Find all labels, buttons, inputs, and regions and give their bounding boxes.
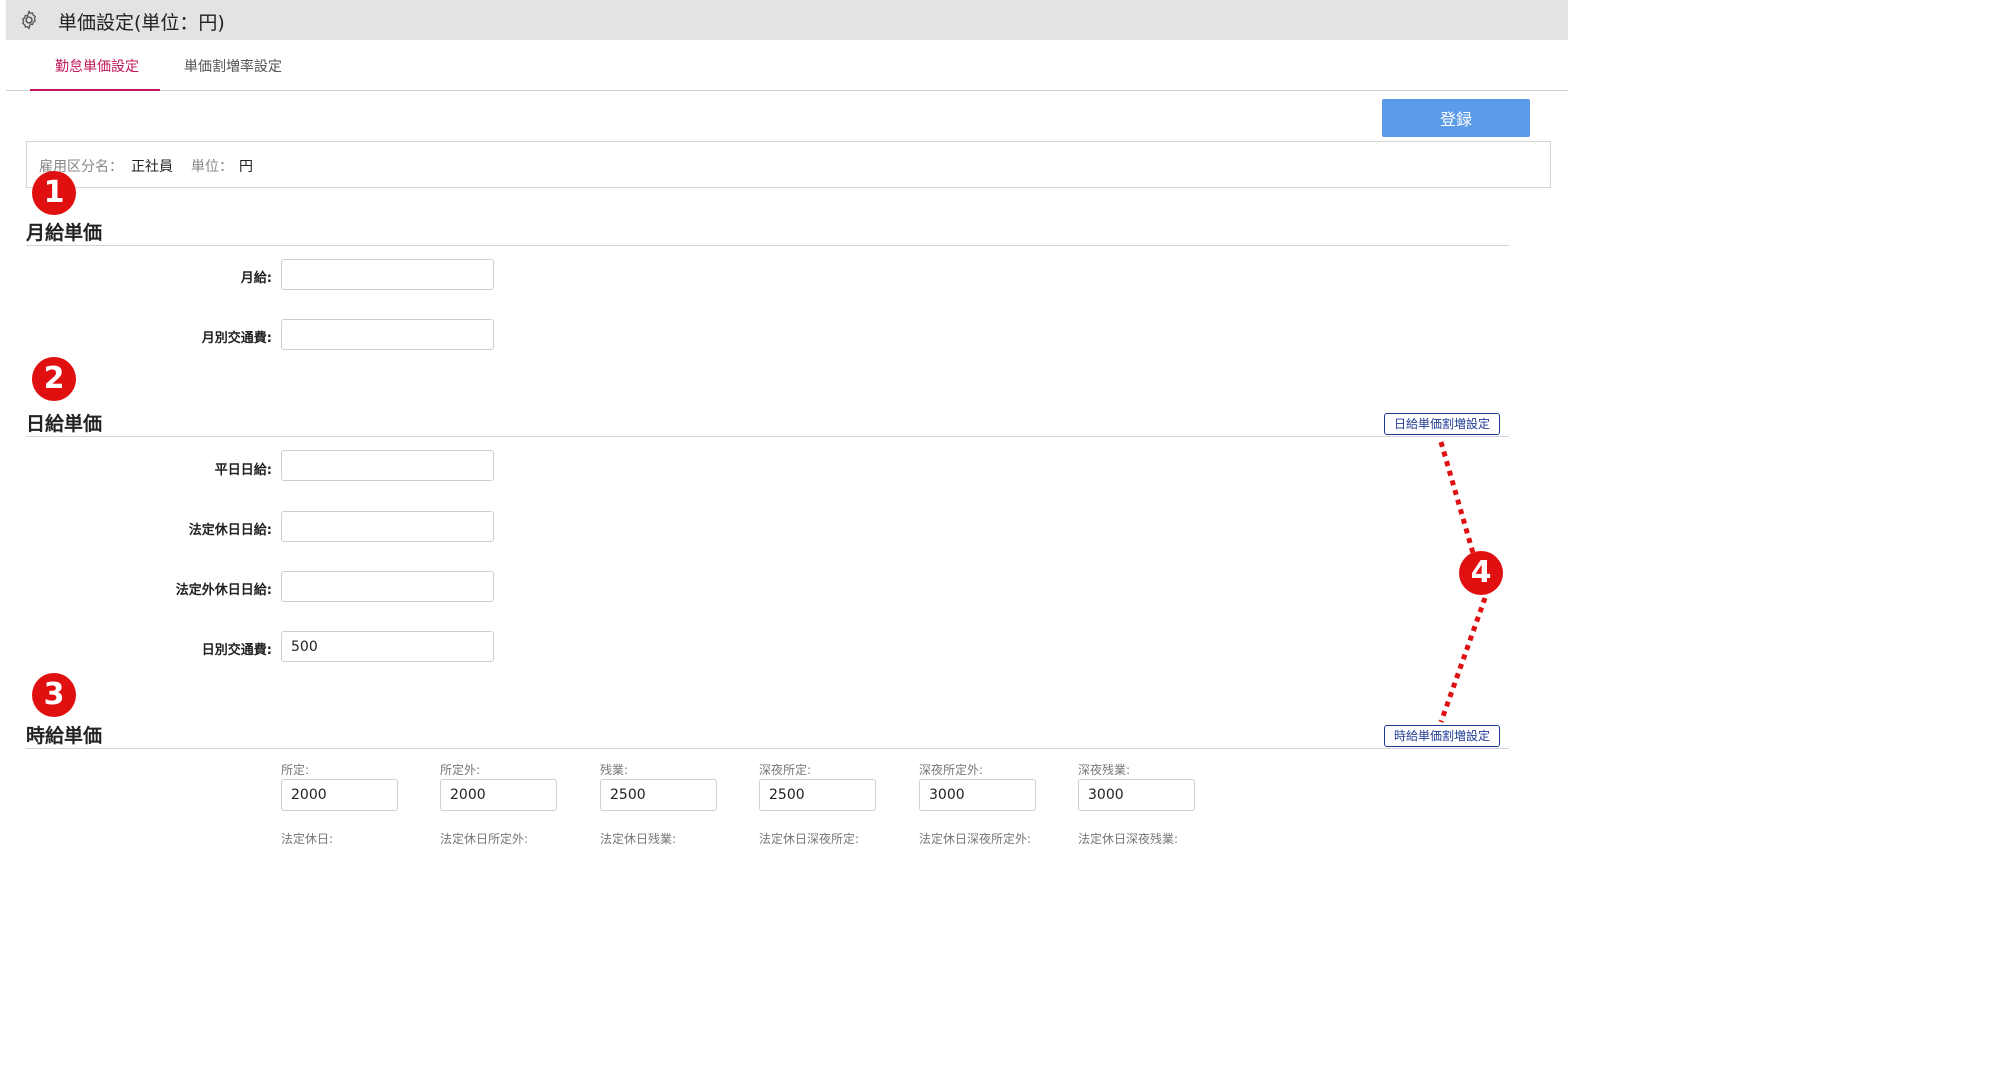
hourly-legal-holiday-night-non-regular-label: 法定休日深夜所定外: — [919, 832, 1032, 846]
hourly-legal-holiday-non-regular-label: 法定休日所定外: — [440, 832, 529, 846]
marker-2: 2 — [32, 357, 76, 401]
premium-buttons-connector — [1438, 441, 1488, 723]
hourly-regular-label: 所定: — [281, 763, 310, 777]
hourly-regular-input[interactable] — [281, 779, 398, 811]
hourly-section-title: 時給単価 — [26, 725, 103, 747]
hourly-premium-settings-button[interactable]: 時給単価割増設定 — [1384, 725, 1500, 747]
legal-holiday-daily-input[interactable] — [281, 511, 494, 542]
page-title: 単価設定(単位：円) — [58, 12, 225, 34]
hourly-legal-holiday-label: 法定休日: — [281, 832, 334, 846]
unit-label: 単位： — [191, 159, 233, 175]
non-legal-holiday-daily-label: 法定外休日日給: — [175, 583, 272, 598]
hourly-night-regular-input[interactable] — [759, 779, 876, 811]
weekday-daily-input[interactable] — [281, 450, 494, 481]
employment-info-box: 雇用区分名： 正社員 単位： 円 — [26, 141, 1551, 188]
daily-transport-input[interactable] — [281, 631, 494, 662]
employment-type-value: 正社員 — [131, 159, 173, 175]
monthly-transport-label: 月別交通費: — [201, 331, 272, 346]
hourly-non-regular-label: 所定外: — [440, 763, 481, 777]
daily-transport-label: 日別交通費: — [201, 643, 272, 658]
non-legal-holiday-daily-input[interactable] — [281, 571, 494, 602]
marker-4: 4 — [1459, 551, 1503, 595]
register-button[interactable]: 登録 — [1382, 99, 1530, 137]
active-tab-indicator — [30, 89, 160, 91]
hourly-overtime-input[interactable] — [600, 779, 717, 811]
monthly-section-divider — [26, 245, 1509, 246]
gear-icon — [22, 10, 36, 30]
hourly-non-regular-input[interactable] — [440, 779, 557, 811]
unit-value: 円 — [239, 159, 253, 175]
daily-premium-settings-button[interactable]: 日給単価割増設定 — [1384, 413, 1500, 435]
marker-3: 3 — [32, 673, 76, 717]
hourly-overtime-label: 残業: — [600, 763, 629, 777]
hourly-night-non-regular-input[interactable] — [919, 779, 1036, 811]
tab-attendance-unit-price[interactable]: 勤怠単価設定 — [55, 56, 139, 76]
hourly-legal-holiday-night-overtime-label: 法定休日深夜残業: — [1078, 832, 1179, 846]
monthly-salary-label: 月給: — [240, 271, 272, 286]
hourly-night-non-regular-label: 深夜所定外: — [919, 763, 984, 777]
monthly-transport-input[interactable] — [281, 319, 494, 350]
monthly-salary-input[interactable] — [281, 259, 494, 290]
hourly-night-regular-label: 深夜所定: — [759, 763, 812, 777]
hourly-section-divider — [26, 748, 1509, 749]
unit-price-settings-page: 単価設定(単位：円) 勤怠単価設定 単価割増率設定 登録 雇用区分名： 正社員 … — [0, 0, 1568, 846]
tab-premium-rate[interactable]: 単価割増率設定 — [184, 56, 282, 76]
daily-section-title: 日給単価 — [26, 413, 103, 435]
marker-1: 1 — [32, 171, 76, 215]
weekday-daily-label: 平日日給: — [214, 463, 272, 478]
hourly-legal-holiday-overtime-label: 法定休日残業: — [600, 832, 677, 846]
hourly-night-overtime-input[interactable] — [1078, 779, 1195, 811]
hourly-legal-holiday-night-regular-label: 法定休日深夜所定: — [759, 832, 860, 846]
legal-holiday-daily-label: 法定休日日給: — [188, 523, 272, 538]
hourly-night-overtime-label: 深夜残業: — [1078, 763, 1131, 777]
daily-section-divider — [26, 436, 1509, 437]
monthly-section-title: 月給単価 — [26, 222, 103, 244]
page-header: 単価設定(単位：円) — [6, 0, 1568, 40]
tab-bar: 勤怠単価設定 単価割増率設定 — [6, 40, 1568, 91]
